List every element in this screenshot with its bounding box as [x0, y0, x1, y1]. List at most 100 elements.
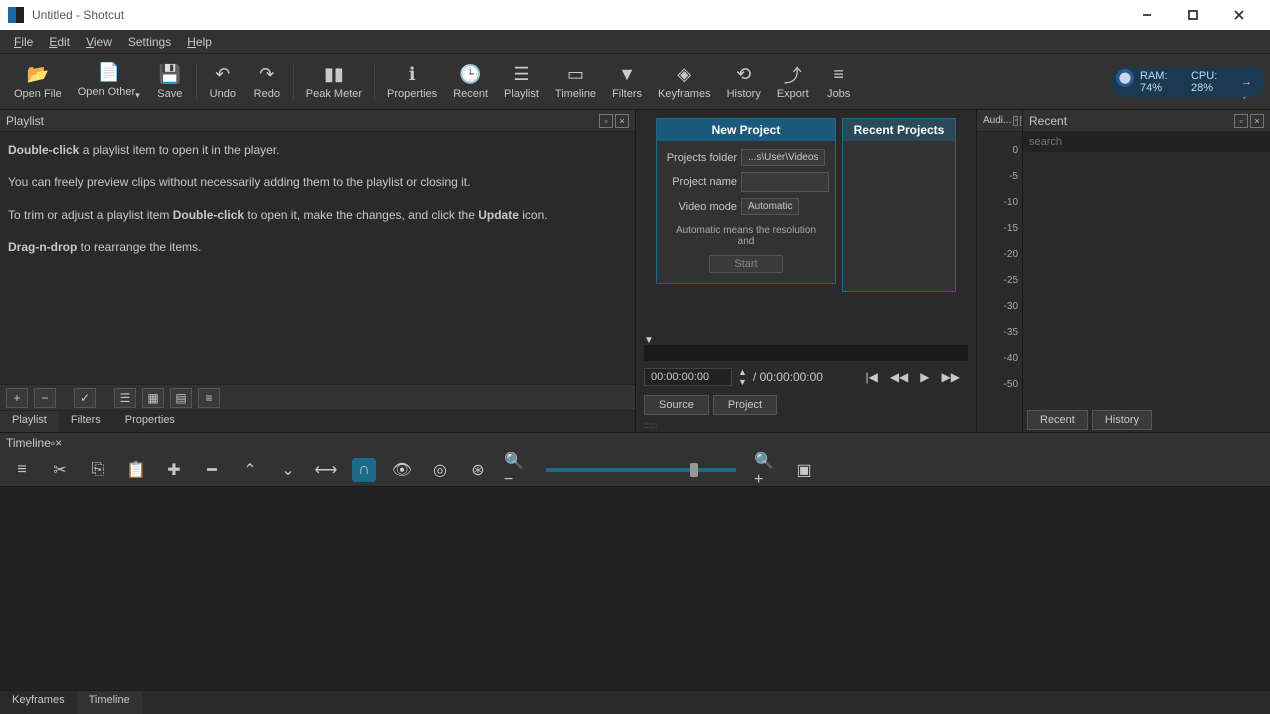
scale-mark: -35 [981, 320, 1018, 346]
recent-projects-list[interactable] [843, 141, 955, 291]
zoom-slider[interactable] [546, 468, 736, 472]
skip-start-button[interactable]: |◀ [865, 370, 877, 384]
save-button[interactable]: 💾Save [148, 60, 192, 104]
cut-button[interactable]: ✂ [48, 458, 72, 482]
new-project-box: New Project Projects folder ...s\User\Vi… [656, 118, 836, 284]
playlist-menu-button[interactable]: ≡ [198, 388, 220, 408]
recent-close-button[interactable]: × [1250, 114, 1264, 128]
jobs-button[interactable]: ≡Jobs [817, 60, 861, 104]
snap-button[interactable]: ∩ [352, 458, 376, 482]
timeline-tracks[interactable] [0, 487, 1270, 690]
recent-projects-header: Recent Projects [843, 119, 955, 141]
playlist-panel: Playlist ▫ × Double-click a playlist ite… [0, 110, 636, 432]
tab-filters[interactable]: Filters [59, 411, 113, 432]
peak-meter-button[interactable]: ▮▮Peak Meter [298, 60, 370, 104]
history-button[interactable]: ⟲History [719, 60, 769, 104]
timeline-close-button[interactable]: × [55, 436, 62, 450]
audio-float-button[interactable]: ▫ [1013, 116, 1017, 126]
append-button[interactable]: ✚ [162, 458, 186, 482]
remove-button[interactable]: ━ [200, 458, 224, 482]
play-button[interactable]: ▶ [920, 370, 929, 384]
minimize-button[interactable] [1124, 0, 1170, 30]
playlist-button[interactable]: ☰Playlist [496, 60, 547, 104]
playlist-label: Playlist [504, 88, 539, 100]
recent-search-input[interactable] [1023, 132, 1270, 152]
ripple-all-button[interactable]: ⊛ [466, 458, 490, 482]
split-button[interactable]: ⟷ [314, 458, 338, 482]
rewind-button[interactable]: ◀◀ [890, 370, 908, 384]
resource-icon: ⬤ [1116, 69, 1134, 87]
overwrite-button[interactable]: ⌄ [276, 458, 300, 482]
playlist-close-button[interactable]: × [615, 114, 629, 128]
paste-button[interactable]: 📋 [124, 458, 148, 482]
playlist-view-icons-button[interactable]: ▤ [170, 388, 192, 408]
resource-monitor[interactable]: ⬤ RAM: 74% CPU: 28% → [1112, 67, 1264, 97]
scrub-button[interactable]: 👁 [390, 458, 414, 482]
zoom-fit-button[interactable]: ▣ [792, 458, 816, 482]
open-other-button[interactable]: 📄Open Other▾ [70, 58, 148, 105]
recent-panel: Recent ▫ × Recent History [1022, 110, 1270, 432]
scale-mark: -40 [981, 346, 1018, 372]
tab-keyframes[interactable]: Keyframes [0, 691, 77, 714]
menu-edit[interactable]: Edit [41, 32, 78, 52]
playlist-toolbar: + − ✓ ☰ ▦ ▤ ≡ [0, 384, 635, 410]
open-file-button[interactable]: 📂Open File [6, 60, 70, 104]
menu-view[interactable]: View [78, 32, 120, 52]
menu-file[interactable]: File [6, 32, 41, 52]
undo-icon: ↶ [212, 64, 234, 86]
tab-source[interactable]: Source [644, 395, 709, 415]
lift-button[interactable]: ⌃ [238, 458, 262, 482]
app-icon [8, 7, 24, 23]
export-button[interactable]: ⤴Export [769, 60, 817, 104]
current-timecode-input[interactable] [644, 368, 732, 386]
scrub-bar[interactable]: ▼ [644, 345, 968, 361]
cpu-label: CPU: 28% [1191, 70, 1231, 94]
ripple-button[interactable]: ◎ [428, 458, 452, 482]
recent-list[interactable] [1023, 152, 1270, 408]
copy-button[interactable]: ⎘ [86, 458, 110, 482]
playlist-view-detailed-button[interactable]: ☰ [114, 388, 136, 408]
timeline-menu-button[interactable]: ≡ [10, 458, 34, 482]
tab-properties[interactable]: Properties [113, 411, 187, 432]
playlist-update-button[interactable]: ✓ [74, 388, 96, 408]
zoom-out-button[interactable]: 🔍− [504, 458, 528, 482]
redo-label: Redo [254, 88, 280, 100]
maximize-button[interactable] [1170, 0, 1216, 30]
recent-button[interactable]: 🕒Recent [445, 60, 496, 104]
fast-forward-button[interactable]: ▶▶ [942, 370, 960, 384]
tab-timeline[interactable]: Timeline [77, 691, 142, 714]
filters-button[interactable]: ▼Filters [604, 60, 650, 104]
timecode-spinner-icon[interactable]: ▲▼ [738, 367, 747, 387]
projects-folder-button[interactable]: ...s\User\Videos [741, 149, 825, 166]
keyframes-button[interactable]: ◈Keyframes [650, 60, 719, 104]
save-label: Save [157, 88, 182, 100]
redo-icon: ↷ [256, 64, 278, 86]
properties-button[interactable]: ℹProperties [379, 60, 445, 104]
menu-help[interactable]: Help [179, 32, 220, 52]
grip-icon[interactable]: :::::: [636, 419, 976, 432]
tab-playlist[interactable]: Playlist [0, 411, 59, 432]
redo-button[interactable]: ↷ Redo [245, 60, 289, 104]
zoom-in-button[interactable]: 🔍+ [754, 458, 778, 482]
recent-float-button[interactable]: ▫ [1234, 114, 1248, 128]
playlist-remove-button[interactable]: − [34, 388, 56, 408]
project-name-input[interactable] [741, 172, 829, 192]
menu-settings[interactable]: Settings [120, 32, 179, 52]
properties-label: Properties [387, 88, 437, 100]
close-button[interactable] [1216, 0, 1262, 30]
recent-projects-box: Recent Projects [842, 118, 956, 292]
start-button[interactable]: Start [709, 255, 782, 273]
timeline-button[interactable]: ▭Timeline [547, 60, 604, 104]
playlist-view-tiles-button[interactable]: ▦ [142, 388, 164, 408]
video-mode-button[interactable]: Automatic [741, 198, 799, 215]
tab-project[interactable]: Project [713, 395, 777, 415]
tab-history[interactable]: History [1092, 410, 1152, 430]
audio-title: Audi... [983, 115, 1011, 126]
tab-recent[interactable]: Recent [1027, 410, 1088, 430]
playlist-float-button[interactable]: ▫ [599, 114, 613, 128]
peak-meter-icon: ▮▮ [323, 64, 345, 86]
undo-button[interactable]: ↶Undo [201, 60, 245, 104]
playlist-add-button[interactable]: + [6, 388, 28, 408]
projects-folder-label: Projects folder [663, 152, 737, 164]
main-toolbar: 📂Open File📄Open Other▾💾Save↶Undo↷Redo▮▮P… [0, 54, 1270, 110]
